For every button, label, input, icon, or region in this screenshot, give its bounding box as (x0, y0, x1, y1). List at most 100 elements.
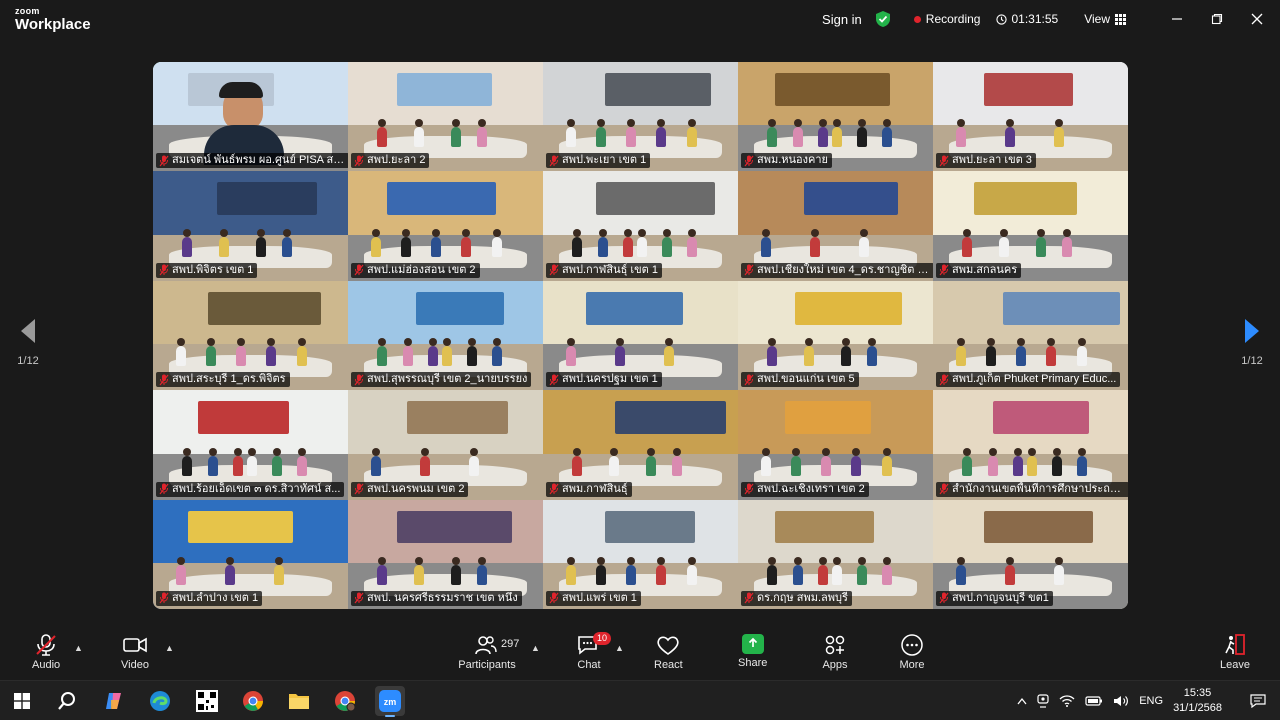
notification-center-icon[interactable] (1250, 693, 1266, 708)
participant-name-label: สพป.ร้อยเอ็ดเขต ๓ ดร.สิวาทัศน์ ส... (156, 481, 345, 497)
participant-tile[interactable]: สพป.ยะลา เขต 3 (933, 62, 1128, 172)
participant-tile[interactable]: สพป.เชียงใหม่ เขต 4_ดร.ชาญชิต ทั... (738, 171, 933, 281)
participant-tile[interactable]: ดร.กฤษ สพม.ลพบุรี (738, 499, 933, 609)
heart-icon (657, 636, 680, 655)
participant-tile[interactable]: สพม.กาฬสินธุ์ (543, 390, 738, 500)
participant-name-label: สพป.แพร่ เขต 1 (546, 590, 641, 606)
mic-muted-icon (744, 592, 754, 604)
apps-label: Apps (822, 659, 848, 671)
participant-tile[interactable]: สพป.ยะลา 2 (348, 62, 543, 172)
minimize-button[interactable] (1162, 4, 1192, 34)
participant-tile[interactable]: สพป.สุพรรณบุรี เขต 2_นายบรรยง (348, 280, 543, 391)
video-button[interactable]: Video (121, 634, 149, 671)
mic-muted-icon (159, 264, 169, 276)
audio-button[interactable]: Audio (32, 634, 60, 671)
participant-name: สพป.แพร่ เขต 1 (562, 591, 637, 604)
zoom-app-icon: zm (379, 690, 401, 712)
chat-options-caret[interactable]: ▲ (615, 643, 624, 653)
webcam-tray-icon[interactable] (1037, 693, 1049, 708)
video-options-caret[interactable]: ▲ (165, 643, 174, 653)
participant-tile[interactable]: สพป.กาฬสินธุ์ เขต 1 (543, 171, 738, 281)
participant-tile[interactable]: สพม.สกลนคร (933, 171, 1128, 281)
participant-tile[interactable]: สพป.ฉะเชิงเทรา เขต 2 (738, 390, 933, 500)
mic-muted-icon (744, 155, 754, 167)
participant-tile[interactable]: สพม.หนองคาย (738, 62, 933, 172)
participant-tile[interactable]: สพป.กาญจนบุรี ขต1 (933, 499, 1128, 609)
chat-label: Chat (577, 659, 601, 671)
windows-logo-icon (14, 693, 30, 709)
participant-name: ดร.กฤษ สพม.ลพบุรี (757, 591, 848, 604)
clock-time: 15:35 (1183, 686, 1212, 699)
brand-top: zoom (15, 6, 40, 16)
search-icon (58, 692, 75, 710)
edge-taskbar-button[interactable] (145, 686, 175, 716)
sign-in-link[interactable]: Sign in (822, 12, 862, 27)
participant-tile[interactable]: สพป.นครพนม เขต 2 (348, 390, 543, 500)
chrome-profile-icon (335, 691, 356, 712)
start-button[interactable] (7, 686, 37, 716)
participant-name: สพป.นครพนม เขต 2 (367, 482, 465, 495)
view-button[interactable]: View (1084, 12, 1126, 26)
view-label: View (1084, 12, 1110, 26)
chrome-profile-taskbar-button[interactable] (330, 686, 360, 716)
tray-overflow-icon[interactable] (1017, 697, 1027, 705)
edge-browser-icon (150, 691, 170, 711)
qr-app-taskbar-button[interactable] (192, 686, 222, 716)
restore-button[interactable] (1202, 4, 1232, 34)
leave-label: Leave (1220, 659, 1250, 671)
mic-muted-icon (354, 483, 364, 495)
arrow-right-icon (1245, 319, 1259, 343)
system-clock[interactable]: 15:35 31/1/2568 (1173, 686, 1222, 716)
participant-tile[interactable]: สำนักงานเขตพื้นที่การศึกษาประถม... (933, 390, 1128, 500)
participant-tile[interactable]: สพป.นครปฐม เขต 1 (543, 280, 738, 391)
input-language[interactable]: ENG (1139, 695, 1163, 707)
participants-button[interactable]: 297 Participants (457, 634, 519, 671)
mic-muted-icon (939, 155, 949, 167)
participant-name-label: สพป.เชียงใหม่ เขต 4_ดร.ชาญชิต ทั... (741, 262, 933, 278)
audio-options-caret[interactable]: ▲ (74, 643, 83, 653)
participant-tile[interactable]: สพป.แพร่ เขต 1 (543, 499, 738, 609)
participant-tile[interactable]: สมเจตน์ พันธ์พรม ผอ.ศูนย์ PISA สพฐ. (153, 62, 348, 172)
participant-tile[interactable]: สพป.ร้อยเอ็ดเขต ๓ ดร.สิวาทัศน์ ส... (153, 390, 348, 500)
participant-name: สพป.ฉะเชิงเทรา เขต 2 (757, 482, 865, 495)
participant-tile[interactable]: สพป.สระบุรี 1_ดร.พิจิตร (153, 280, 348, 391)
copilot-taskbar-button[interactable] (99, 686, 129, 716)
battery-icon[interactable] (1085, 695, 1103, 706)
participant-tile[interactable]: สพป.แม่ฮ่องสอน เขต 2 (348, 171, 543, 281)
more-button[interactable]: More (899, 634, 925, 671)
mic-muted-icon (159, 592, 169, 604)
participant-tile[interactable]: สพป.พะเยา เขต 1 (543, 62, 738, 172)
apps-button[interactable]: Apps (822, 634, 848, 671)
participant-name-label: สพป.สระบุรี 1_ดร.พิจิตร (156, 372, 290, 388)
participant-tile[interactable]: สพป.ขอนแก่น เขต 5 (738, 280, 933, 391)
close-button[interactable] (1242, 4, 1272, 34)
shield-check-icon[interactable] (874, 10, 892, 28)
share-button[interactable]: Share (738, 634, 767, 669)
participant-tile[interactable]: สพป.พิจิตร เขต 1 (153, 171, 348, 281)
participant-tile[interactable]: สพป.ภูเก็ต Phuket Primary Educ... (933, 280, 1128, 391)
zoom-taskbar-button[interactable]: zm (375, 686, 405, 717)
leave-button[interactable]: Leave (1220, 634, 1250, 671)
chrome-taskbar-button[interactable] (238, 686, 268, 716)
participant-name-label: ดร.กฤษ สพม.ลพบุรี (741, 590, 852, 606)
mic-muted-icon (939, 374, 949, 386)
participants-options-caret[interactable]: ▲ (531, 643, 540, 653)
wifi-icon[interactable] (1059, 694, 1075, 707)
file-explorer-taskbar-button[interactable] (284, 686, 314, 716)
search-taskbar-button[interactable] (52, 686, 82, 716)
chrome-icon (243, 691, 263, 711)
share-screen-icon (741, 634, 764, 654)
chat-button[interactable]: 10 Chat (576, 632, 612, 671)
zoom-logo: zoom Workplace (15, 6, 91, 33)
qr-code-icon (196, 690, 218, 712)
participant-tile[interactable]: สพป. นครศรีธรรมราช เขต หนึ่ง (348, 499, 543, 609)
participant-name: สพป.ขอนแก่น เขต 5 (757, 373, 855, 386)
restore-icon (1211, 13, 1223, 25)
next-page-button[interactable]: 1/12 (1232, 318, 1272, 367)
mic-muted-icon (159, 155, 169, 167)
recording-indicator[interactable]: Recording (913, 12, 980, 26)
previous-page-button[interactable]: 1/12 (8, 318, 48, 367)
react-button[interactable]: React (654, 634, 683, 671)
volume-icon[interactable] (1113, 695, 1129, 707)
participant-tile[interactable]: สพป.ลำปาง เขต 1 (153, 499, 348, 609)
